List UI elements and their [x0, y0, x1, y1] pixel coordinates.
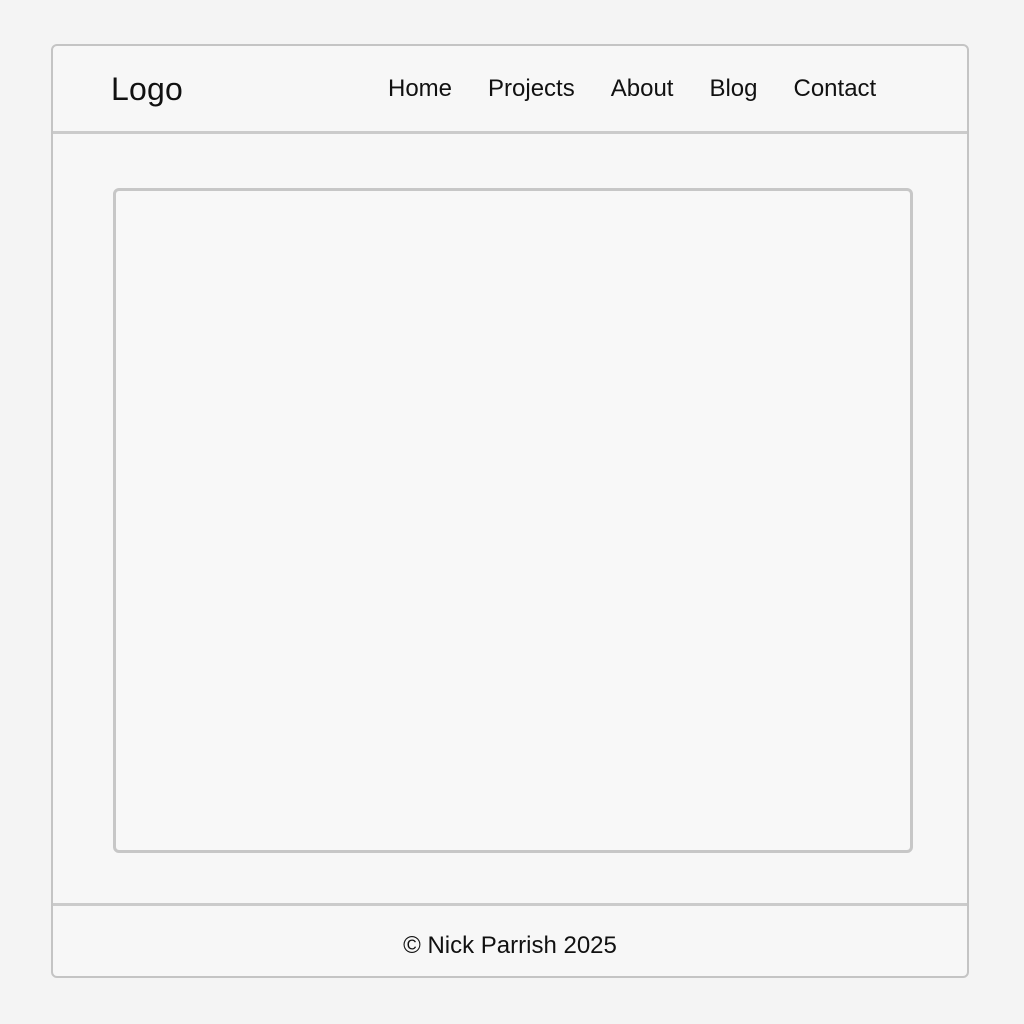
nav-item-contact[interactable]: Contact	[794, 74, 877, 104]
footer-copyright: © Nick Parrish 2025	[403, 932, 617, 959]
site-logo[interactable]: Logo	[111, 70, 183, 108]
page-frame: Logo Home Projects About Blog Contact © …	[51, 44, 969, 978]
nav-item-projects[interactable]: Projects	[488, 74, 575, 104]
site-footer: © Nick Parrish 2025	[53, 903, 967, 976]
nav-item-about[interactable]: About	[611, 74, 674, 104]
nav-item-home[interactable]: Home	[388, 74, 452, 104]
site-header: Logo Home Projects About Blog Contact	[53, 46, 967, 134]
nav-item-blog[interactable]: Blog	[709, 74, 757, 104]
main-nav: Home Projects About Blog Contact	[388, 74, 876, 104]
main-content-area	[113, 188, 913, 853]
